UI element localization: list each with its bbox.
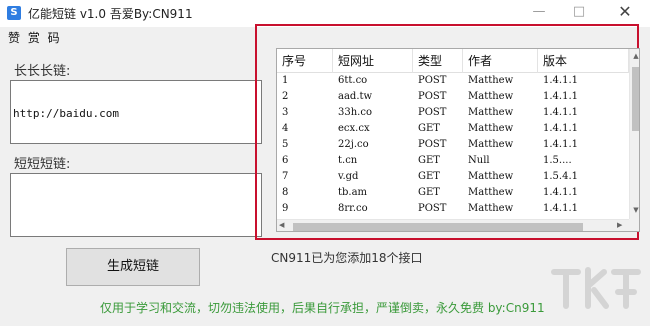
cell-author: Matthew (468, 187, 514, 198)
long-link-value: http://baidu.com (13, 107, 119, 120)
cell-short-url: 22j.co (338, 139, 369, 150)
cell-type: GET (418, 187, 440, 198)
cell-short-url: ecx.cx (338, 123, 370, 134)
cell-type: GET (418, 155, 440, 166)
vertical-scrollbar[interactable]: ▲ ▼ (629, 49, 639, 219)
cell-author: Matthew (468, 107, 514, 118)
main-window: S 亿能短链 v1.0 吾爱By:CN911 — □ ✕ 赞 赏 码 长长长链:… (0, 0, 650, 326)
scroll-down-icon[interactable]: ▼ (630, 205, 639, 215)
cell-index: 7 (282, 171, 289, 182)
table-header: 序号 短网址 类型 作者 版本 (277, 49, 629, 73)
cell-index: 6 (282, 155, 289, 166)
table-row[interactable]: 5 22j.co POST Matthew 1.4.1.1 (277, 137, 629, 153)
cell-short-url: t.cn (338, 155, 358, 166)
cell-type: GET (418, 123, 440, 134)
cell-version: 1.4.1.1 (543, 187, 578, 198)
cell-type: POST (418, 203, 447, 214)
minimize-icon[interactable]: — (523, 0, 555, 24)
table-row[interactable]: 2 aad.tw POST Matthew 1.4.1.1 (277, 89, 629, 105)
long-link-input[interactable]: http://baidu.com (10, 80, 262, 144)
cell-author: Matthew (468, 203, 514, 214)
header-type[interactable]: 类型 (413, 49, 463, 73)
cell-type: POST (418, 139, 447, 150)
cell-index: 8 (282, 187, 289, 198)
scroll-up-icon[interactable]: ▲ (630, 51, 639, 61)
cell-index: 4 (282, 123, 289, 134)
cell-author: Matthew (468, 75, 514, 86)
header-author[interactable]: 作者 (463, 49, 538, 73)
cell-short-url: v.gd (338, 171, 359, 182)
cell-index: 9 (282, 203, 289, 214)
footer-disclaimer: 仅用于学习和交流，切勿违法使用，后果自行承担，严谨倒卖，永久免费 by:Cn91… (100, 301, 545, 315)
cell-author: Matthew (468, 171, 514, 182)
table-row[interactable]: 6 t.cn GET Null 1.5.... (277, 153, 629, 169)
cell-version: 1.4.1.1 (543, 139, 578, 150)
header-short-url[interactable]: 短网址 (333, 49, 413, 73)
header-index[interactable]: 序号 (277, 49, 333, 73)
cell-version: 1.4.1.1 (543, 123, 578, 134)
horizontal-scrollbar[interactable]: ◀ ▶ (277, 219, 629, 231)
watermark-logo-icon (551, 267, 641, 309)
cell-index: 2 (282, 91, 289, 102)
cell-short-url: 8rr.co (338, 203, 368, 214)
generate-short-link-button[interactable]: 生成短链 (66, 248, 200, 286)
status-text: CN911已为您添加18个接口 (271, 251, 423, 265)
table-row[interactable]: 1 6tt.co POST Matthew 1.4.1.1 (277, 73, 629, 89)
table-row[interactable]: 7 v.gd GET Matthew 1.5.4.1 (277, 169, 629, 185)
cell-type: POST (418, 107, 447, 118)
short-link-output[interactable] (10, 173, 262, 237)
cell-short-url: 33h.co (338, 107, 372, 118)
cell-short-url: tb.am (338, 187, 368, 198)
window-title: 亿能短链 v1.0 吾爱By:CN911 (28, 7, 193, 21)
cell-version: 1.4.1.1 (543, 91, 578, 102)
header-version[interactable]: 版本 (538, 49, 629, 73)
vertical-scroll-thumb[interactable] (632, 67, 639, 131)
cell-type: POST (418, 75, 447, 86)
table-row[interactable]: 9 8rr.co POST Matthew 1.4.1.1 (277, 201, 629, 217)
short-link-label: 短短短链: (14, 157, 71, 172)
cell-author: Matthew (468, 139, 514, 150)
cell-index: 5 (282, 139, 289, 150)
cell-author: Matthew (468, 123, 514, 134)
app-logo-icon: S (7, 6, 21, 20)
cell-version: 1.4.1.1 (543, 75, 578, 86)
menu-appreciate[interactable]: 赞 赏 码 (8, 29, 62, 46)
horizontal-scroll-thumb[interactable] (293, 223, 583, 231)
cell-short-url: 6tt.co (338, 75, 368, 86)
cell-short-url: aad.tw (338, 91, 373, 102)
scroll-right-icon[interactable]: ▶ (617, 221, 622, 229)
cell-version: 1.5.4.1 (543, 171, 578, 182)
cell-author: Null (468, 155, 490, 166)
cell-type: GET (418, 171, 440, 182)
maximize-icon[interactable]: □ (563, 0, 595, 24)
title-bar: S 亿能短链 v1.0 吾爱By:CN911 — □ ✕ (0, 0, 650, 27)
cell-version: 1.5.... (543, 155, 572, 166)
cell-type: POST (418, 91, 447, 102)
table-row[interactable]: 8 tb.am GET Matthew 1.4.1.1 (277, 185, 629, 201)
scrollbar-corner (629, 219, 639, 231)
cell-index: 3 (282, 107, 289, 118)
close-icon[interactable]: ✕ (609, 0, 641, 24)
cell-author: Matthew (468, 91, 514, 102)
cell-version: 1.4.1.1 (543, 107, 578, 118)
table-row[interactable]: 3 33h.co POST Matthew 1.4.1.1 (277, 105, 629, 121)
long-link-label: 长长长链: (14, 64, 71, 79)
api-table[interactable]: 序号 短网址 类型 作者 版本 1 6tt.co POST Matthew 1.… (276, 48, 640, 232)
cell-index: 1 (282, 75, 289, 86)
scroll-left-icon[interactable]: ◀ (279, 221, 284, 229)
table-row[interactable]: 4 ecx.cx GET Matthew 1.4.1.1 (277, 121, 629, 137)
cell-version: 1.4.1.1 (543, 203, 578, 214)
